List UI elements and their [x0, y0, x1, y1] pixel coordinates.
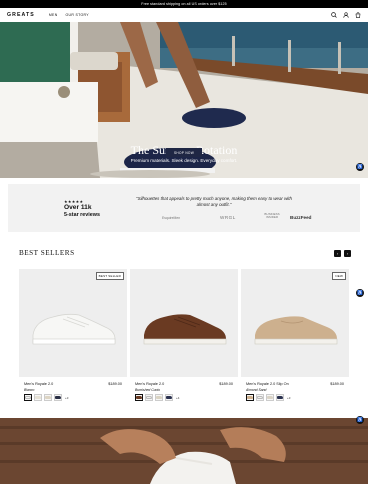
product-image[interactable]	[130, 269, 238, 377]
accessibility-button-2[interactable]: ♿	[356, 289, 364, 297]
sneaker-image	[143, 314, 227, 345]
product-color: Almond Sand	[246, 388, 267, 392]
product-price: $189.00	[108, 382, 122, 386]
swatch[interactable]	[276, 394, 284, 401]
product-name[interactable]: Men's Royale 2.0	[135, 382, 164, 386]
product-card[interactable]: Men's Royale 2.0 $189.00 Burnished Cuoio…	[130, 269, 238, 401]
swatch[interactable]	[165, 394, 173, 401]
chevron-right-icon: ›	[346, 251, 349, 256]
nav-links: MEN OUR STORY	[49, 13, 89, 17]
press-section: ★★★★★ Over 11k 5-star reviews "Silhouett…	[8, 184, 360, 232]
press-logo-esquire: EsquireMen	[162, 216, 181, 220]
accessibility-icon: ♿	[357, 290, 363, 295]
hero-subtitle: Premium materials. Sleek design. Everyda…	[130, 158, 238, 163]
accessibility-button[interactable]: ♿	[356, 163, 364, 171]
best-sellers-title: BEST SELLERS	[19, 249, 75, 257]
chevron-left-icon: ‹	[336, 251, 339, 256]
top-nav: GREATS MEN OUR STORY	[0, 8, 368, 22]
swatch[interactable]	[34, 394, 42, 401]
swatch[interactable]	[54, 394, 62, 401]
swatch[interactable]	[145, 394, 153, 401]
account-icon[interactable]	[343, 12, 349, 18]
lacing-image	[0, 418, 368, 484]
press-quote: "Silhouettes that appeals to pretty much…	[136, 196, 292, 207]
product-color: Burnished Cuoio	[135, 388, 161, 392]
product-card[interactable]: BEST SELLER Men's Royale 2.0 $189.00 Bla…	[19, 269, 127, 401]
carousel-next-button[interactable]: ›	[344, 250, 351, 257]
shop-now-button[interactable]: SHOP NOW	[166, 148, 202, 157]
cart-icon[interactable]	[355, 12, 361, 18]
review-label: 5-star reviews	[64, 212, 100, 218]
more-colors[interactable]: +3	[287, 396, 290, 400]
sneaker-image	[32, 313, 116, 345]
sneaker-image	[254, 316, 338, 345]
product-image[interactable]: NEW	[241, 269, 349, 377]
more-colors[interactable]: +4	[176, 396, 179, 400]
more-colors[interactable]: +3	[65, 396, 68, 400]
product-price: $189.00	[219, 382, 233, 386]
search-icon[interactable]	[331, 12, 337, 18]
swatch[interactable]	[155, 394, 163, 401]
announcement-bar: Free standard shipping on all US orders …	[0, 0, 368, 8]
lifestyle-image	[0, 418, 368, 484]
product-image[interactable]: BEST SELLER	[19, 269, 127, 377]
product-badge: BEST SELLER	[95, 272, 124, 280]
press-logo-buzzfeed: BuzzFeed	[290, 215, 312, 220]
color-swatches: +4	[135, 394, 179, 401]
product-badge: NEW	[332, 272, 346, 280]
swatch[interactable]	[135, 394, 143, 401]
announcement-text: Free standard shipping on all US orders …	[141, 2, 227, 6]
color-swatches: +3	[24, 394, 68, 401]
product-name[interactable]: Men's Royale 2.0 Slip On	[246, 382, 289, 386]
press-logos: EsquireMen WRGL BUSINESS INSIDER BuzzFee…	[148, 212, 312, 224]
nav-link-our-story[interactable]: OUR STORY	[66, 13, 89, 17]
swatch[interactable]	[256, 394, 264, 401]
review-count: Over 11k	[64, 204, 92, 211]
accessibility-button-3[interactable]: ♿	[356, 416, 364, 424]
product-price: $189.00	[330, 382, 344, 386]
accessibility-icon: ♿	[357, 417, 363, 422]
carousel-prev-button[interactable]: ‹	[334, 250, 341, 257]
swatch[interactable]	[266, 394, 274, 401]
color-swatches: +3	[246, 394, 290, 401]
swatch[interactable]	[24, 394, 32, 401]
nav-icons	[331, 8, 361, 22]
logo[interactable]: GREATS	[7, 12, 35, 18]
press-logo-business-insider: BUSINESS INSIDER	[264, 212, 280, 220]
nav-link-men[interactable]: MEN	[49, 13, 58, 17]
product-card[interactable]: NEW Men's Royale 2.0 Slip On $189.00 Alm…	[241, 269, 349, 401]
product-name[interactable]: Men's Royale 2.0	[24, 382, 53, 386]
accessibility-icon: ♿	[357, 164, 363, 169]
swatch[interactable]	[246, 394, 254, 401]
swatch[interactable]	[44, 394, 52, 401]
press-logo-wrgl: WRGL	[220, 215, 236, 220]
product-color: Blanco	[24, 388, 35, 392]
